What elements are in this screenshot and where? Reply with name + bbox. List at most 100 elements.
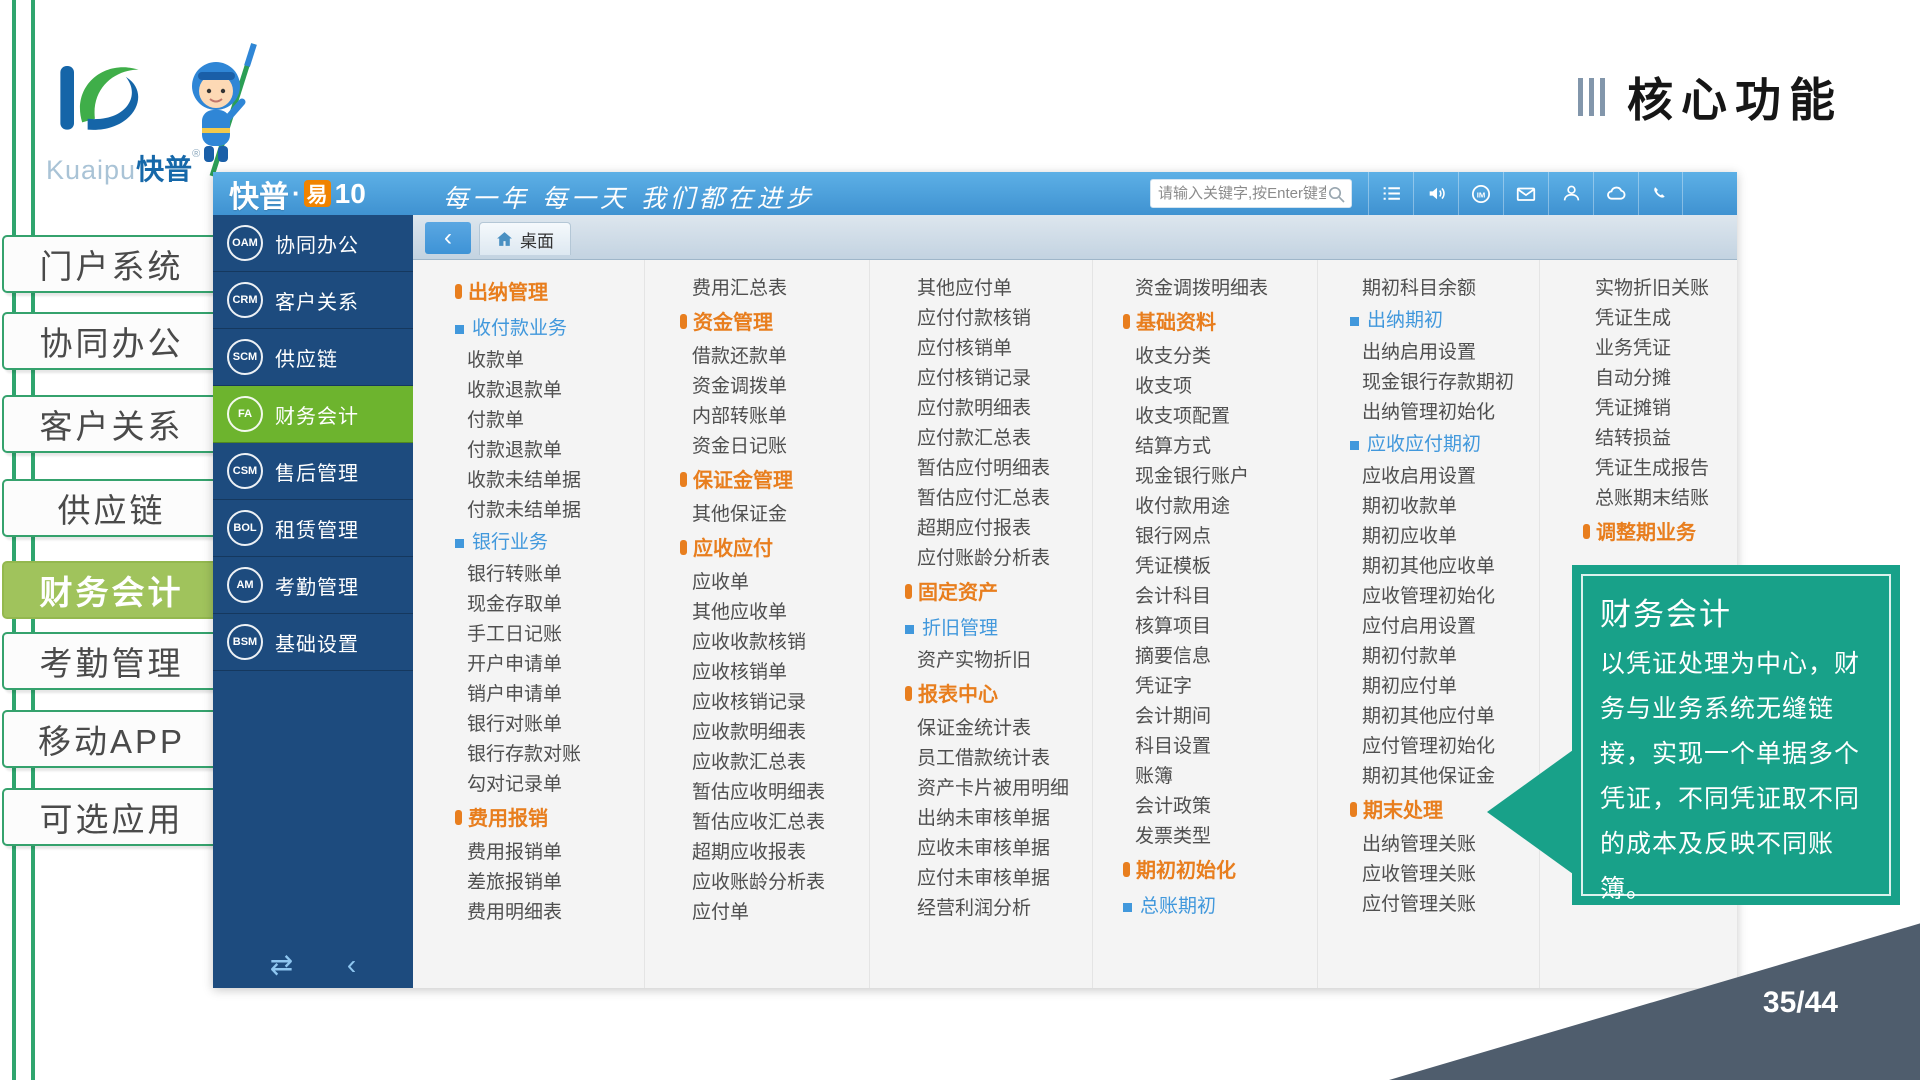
menu-item[interactable]: 借款还款单 bbox=[680, 342, 869, 372]
menu-item[interactable]: 暂估应收明细表 bbox=[680, 778, 869, 808]
menu-item[interactable]: 出纳启用设置 bbox=[1350, 338, 1539, 368]
sidebar-module-button[interactable]: 可选应用 bbox=[2, 788, 221, 846]
sidebar-module-button[interactable]: 供应链 bbox=[2, 479, 221, 537]
menu-item[interactable]: 会计期间 bbox=[1123, 702, 1317, 732]
menu-section-header[interactable]: 基础资料 bbox=[1123, 304, 1317, 342]
menu-item[interactable]: 应收收款核销 bbox=[680, 628, 869, 658]
menu-item[interactable]: 总账期末结账 bbox=[1583, 484, 1737, 514]
sidebar-module-button[interactable]: 协同办公 bbox=[2, 312, 221, 370]
menu-subsection-header[interactable]: 收付款业务 bbox=[455, 312, 644, 346]
menu-item[interactable]: 付款未结单据 bbox=[455, 496, 644, 526]
menu-item[interactable]: 资金调拨单 bbox=[680, 372, 869, 402]
menu-item[interactable]: 结转损益 bbox=[1583, 424, 1737, 454]
menu-item[interactable]: 应收启用设置 bbox=[1350, 462, 1539, 492]
menu-item[interactable]: 收款退款单 bbox=[455, 376, 644, 406]
menu-item[interactable]: 差旅报销单 bbox=[455, 868, 644, 898]
menu-section-header[interactable]: 应收应付 bbox=[680, 530, 869, 568]
menu-subsection-header[interactable]: 银行业务 bbox=[455, 526, 644, 560]
menu-item[interactable]: 其他应收单 bbox=[680, 598, 869, 628]
menu-item[interactable]: 应收未审核单据 bbox=[905, 834, 1092, 864]
menu-item[interactable]: 银行存款对账 bbox=[455, 740, 644, 770]
tab-desktop[interactable]: 桌面 bbox=[479, 222, 571, 255]
menu-item[interactable]: 应收单 bbox=[680, 568, 869, 598]
menu-item[interactable]: 应付管理关账 bbox=[1350, 890, 1539, 920]
menu-item[interactable]: 应付单 bbox=[680, 898, 869, 928]
menu-item[interactable]: 出纳未审核单据 bbox=[905, 804, 1092, 834]
menu-item[interactable]: 期初应收单 bbox=[1350, 522, 1539, 552]
menu-item[interactable]: 应收款汇总表 bbox=[680, 748, 869, 778]
search-input[interactable] bbox=[1158, 180, 1326, 207]
menu-section-header[interactable]: 费用报销 bbox=[455, 800, 644, 838]
menu-item[interactable]: 现金银行账户 bbox=[1123, 462, 1317, 492]
menu-item[interactable]: 资产卡片被用明细 bbox=[905, 774, 1092, 804]
menu-item[interactable]: 费用汇总表 bbox=[680, 274, 869, 304]
speaker-icon[interactable] bbox=[1413, 172, 1458, 215]
list-icon[interactable] bbox=[1368, 172, 1413, 215]
menu-item[interactable]: 销户申请单 bbox=[455, 680, 644, 710]
menu-item[interactable]: 超期应收报表 bbox=[680, 838, 869, 868]
contact-icon[interactable] bbox=[1548, 172, 1593, 215]
menu-item[interactable]: 期初应付单 bbox=[1350, 672, 1539, 702]
back-button[interactable]: ‹ bbox=[425, 222, 471, 254]
nav-module-item[interactable]: AM 考勤管理 bbox=[213, 557, 413, 614]
menu-item[interactable]: 应付账龄分析表 bbox=[905, 544, 1092, 574]
menu-item[interactable]: 核算项目 bbox=[1123, 612, 1317, 642]
menu-item[interactable]: 资金调拨明细表 bbox=[1123, 274, 1317, 304]
menu-item[interactable]: 员工借款统计表 bbox=[905, 744, 1092, 774]
nav-module-item[interactable]: FA 财务会计 bbox=[213, 386, 413, 443]
menu-item[interactable]: 收支项配置 bbox=[1123, 402, 1317, 432]
menu-item[interactable]: 应付未审核单据 bbox=[905, 864, 1092, 894]
menu-item[interactable]: 应收款明细表 bbox=[680, 718, 869, 748]
nav-module-item[interactable]: BOL 租赁管理 bbox=[213, 500, 413, 557]
menu-section-header[interactable]: 资金管理 bbox=[680, 304, 869, 342]
menu-item[interactable]: 付款单 bbox=[455, 406, 644, 436]
im-icon[interactable]: IM bbox=[1458, 172, 1503, 215]
menu-item[interactable]: 其他保证金 bbox=[680, 500, 869, 530]
menu-item[interactable]: 凭证模板 bbox=[1123, 552, 1317, 582]
menu-item[interactable]: 自动分摊 bbox=[1583, 364, 1737, 394]
menu-item[interactable]: 应付启用设置 bbox=[1350, 612, 1539, 642]
menu-item[interactable]: 银行转账单 bbox=[455, 560, 644, 590]
menu-item[interactable]: 发票类型 bbox=[1123, 822, 1317, 852]
menu-item[interactable]: 应收管理初始化 bbox=[1350, 582, 1539, 612]
sidebar-module-button[interactable]: 客户关系 bbox=[2, 395, 221, 453]
menu-section-header[interactable]: 固定资产 bbox=[905, 574, 1092, 612]
menu-item[interactable]: 会计政策 bbox=[1123, 792, 1317, 822]
menu-item[interactable]: 费用报销单 bbox=[455, 838, 644, 868]
menu-item[interactable]: 凭证生成 bbox=[1583, 304, 1737, 334]
menu-item[interactable]: 应收核销单 bbox=[680, 658, 869, 688]
menu-item[interactable]: 摘要信息 bbox=[1123, 642, 1317, 672]
cloud-icon[interactable] bbox=[1593, 172, 1638, 215]
menu-item[interactable]: 账簿 bbox=[1123, 762, 1317, 792]
nav-module-item[interactable]: BSM 基础设置 bbox=[213, 614, 413, 671]
menu-item[interactable]: 科目设置 bbox=[1123, 732, 1317, 762]
menu-item[interactable]: 内部转账单 bbox=[680, 402, 869, 432]
menu-item[interactable]: 收付款用途 bbox=[1123, 492, 1317, 522]
menu-item[interactable]: 费用明细表 bbox=[455, 898, 644, 928]
nav-module-item[interactable]: CRM 客户关系 bbox=[213, 272, 413, 329]
menu-item[interactable]: 应付核销记录 bbox=[905, 364, 1092, 394]
mail-icon[interactable] bbox=[1503, 172, 1548, 215]
menu-item[interactable]: 收款单 bbox=[455, 346, 644, 376]
menu-item[interactable]: 银行网点 bbox=[1123, 522, 1317, 552]
menu-subsection-header[interactable]: 应收应付期初 bbox=[1350, 428, 1539, 462]
menu-item[interactable]: 应付付款核销 bbox=[905, 304, 1092, 334]
menu-item[interactable]: 期初其他应收单 bbox=[1350, 552, 1539, 582]
menu-item[interactable]: 期初收款单 bbox=[1350, 492, 1539, 522]
menu-item[interactable]: 经营利润分析 bbox=[905, 894, 1092, 924]
menu-item[interactable]: 应付款汇总表 bbox=[905, 424, 1092, 454]
menu-item[interactable]: 其他应付单 bbox=[905, 274, 1092, 304]
menu-item[interactable]: 期初科目余额 bbox=[1350, 274, 1539, 304]
menu-item[interactable]: 保证金统计表 bbox=[905, 714, 1092, 744]
menu-item[interactable]: 勾对记录单 bbox=[455, 770, 644, 800]
menu-item[interactable]: 暂估应收汇总表 bbox=[680, 808, 869, 838]
swap-arrows-icon[interactable]: ⇄ bbox=[270, 950, 293, 980]
menu-item[interactable]: 实物折旧关账 bbox=[1583, 274, 1737, 304]
nav-module-item[interactable]: OAM 协同办公 bbox=[213, 215, 413, 272]
menu-subsection-header[interactable]: 折旧管理 bbox=[905, 612, 1092, 646]
menu-section-header[interactable]: 调整期业务 bbox=[1583, 514, 1737, 552]
menu-section-header[interactable]: 出纳管理 bbox=[455, 274, 644, 312]
menu-item[interactable]: 应收核销记录 bbox=[680, 688, 869, 718]
menu-item[interactable]: 业务凭证 bbox=[1583, 334, 1737, 364]
menu-item[interactable]: 收款未结单据 bbox=[455, 466, 644, 496]
